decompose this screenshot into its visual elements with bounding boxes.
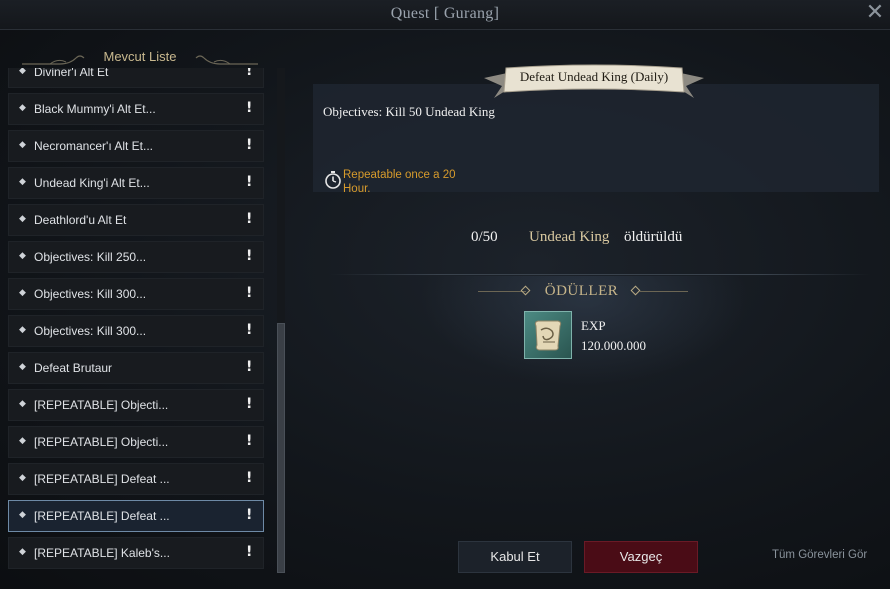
- exclamation-icon: !: [246, 507, 253, 523]
- quest-list-item-label: Black Mummy'i Alt Et...: [34, 102, 156, 116]
- ornament-right-icon: [195, 55, 258, 65]
- quest-list-item[interactable]: ◆ [REPEATABLE] Objecti...!: [8, 389, 264, 421]
- exclamation-icon: !: [246, 396, 253, 412]
- exclamation-icon: !: [246, 359, 253, 375]
- stopwatch-icon: [325, 171, 341, 189]
- exclamation-icon: !: [246, 211, 253, 227]
- scrollbar-thumb[interactable]: [277, 323, 285, 573]
- reward-item[interactable]: [524, 311, 572, 359]
- exclamation-icon: !: [246, 174, 253, 190]
- quest-list-item-label: [REPEATABLE] Defeat ...: [34, 509, 170, 523]
- quest-list-item[interactable]: ◆ [REPEATABLE] Defeat ...!: [8, 463, 264, 495]
- objective-text: Objectives: Kill 50 Undead King: [323, 104, 495, 119]
- bullet-icon: ◆: [19, 251, 26, 261]
- bullet-icon: ◆: [19, 547, 26, 557]
- quest-list-item-label: [REPEATABLE] Defeat ...: [34, 472, 170, 486]
- quest-list-item[interactable]: ◆ Undead King'i Alt Et...!: [8, 167, 264, 199]
- exclamation-icon: !: [246, 544, 253, 560]
- quest-list-item-label: [REPEATABLE] Objecti...: [34, 398, 169, 412]
- quest-list-item-label: Objectives: Kill 250...: [34, 250, 147, 264]
- scroll-icon: [534, 320, 562, 351]
- exclamation-icon: !: [246, 433, 253, 449]
- exclamation-icon: !: [246, 470, 253, 486]
- bullet-icon: ◆: [19, 214, 26, 224]
- quest-list-item-label: [REPEATABLE] Kaleb's...: [34, 546, 170, 560]
- quest-list-item-label: Deathlord'u Alt Et: [34, 213, 127, 227]
- bullet-icon: ◆: [19, 436, 26, 446]
- bullet-icon: ◆: [19, 177, 26, 187]
- quest-list-item-label: Diviner'ı Alt Et: [34, 68, 109, 79]
- reward-name: EXP: [581, 318, 606, 333]
- rewards-title: ÖDÜLLER: [544, 283, 619, 299]
- quest-list-item[interactable]: ◆ Objectives: Kill 300...!: [8, 315, 264, 347]
- accept-button[interactable]: Kabul Et: [458, 541, 572, 573]
- bullet-icon: ◆: [19, 103, 26, 113]
- bullet-icon: ◆: [19, 140, 26, 150]
- bullet-icon: ◆: [19, 68, 26, 76]
- quest-list-item[interactable]: ◆ Necromancer'ı Alt Et...!: [8, 130, 264, 162]
- quest-list-item-label: Objectives: Kill 300...: [34, 324, 147, 338]
- bullet-icon: ◆: [19, 325, 26, 335]
- bullet-icon: ◆: [19, 473, 26, 483]
- exclamation-icon: !: [246, 100, 253, 116]
- bullet-icon: ◆: [19, 510, 26, 520]
- cancel-button[interactable]: Vazgeç: [584, 541, 698, 573]
- quest-title-banner: Defeat Undead King (Daily): [484, 64, 704, 102]
- quest-window: Quest [ Gurang] ✕ Mevcut Liste ◆ Diviner'…: [0, 0, 890, 589]
- divider: [330, 274, 870, 275]
- view-all-quests-link[interactable]: Tüm Görevleri Gör: [772, 549, 867, 561]
- quest-list-item[interactable]: ◆ Black Mummy'i Alt Et...!: [8, 93, 264, 125]
- close-icon[interactable]: ✕: [864, 2, 886, 25]
- progress-target: Undead King: [529, 229, 610, 245]
- quest-list-item-label: [REPEATABLE] Objecti...: [34, 435, 169, 449]
- progress-suffix: öldürüldü: [624, 229, 683, 245]
- quest-list-inner: ◆ Diviner'ı Alt Et! ◆ Black Mummy'i Alt Et.…: [8, 68, 264, 573]
- repeat-note: Repeatable once a 20 Hour.: [343, 169, 456, 195]
- quest-list-item[interactable]: ◆ [REPEATABLE] Objecti...!: [8, 426, 264, 458]
- exclamation-icon: !: [246, 322, 253, 338]
- quest-list-item[interactable]: ◆ Defeat Brutaur!: [8, 352, 264, 384]
- reward-amount: 120.000.000: [581, 338, 646, 353]
- quest-list-item[interactable]: ◆ [REPEATABLE] Kaleb's...!: [8, 537, 264, 569]
- quest-list-item-label: Defeat Brutaur: [34, 361, 113, 375]
- quest-list[interactable]: ◆ Diviner'ı Alt Et! ◆ Black Mummy'i Alt Et.…: [8, 68, 264, 573]
- bullet-icon: ◆: [19, 399, 26, 409]
- exclamation-icon: !: [246, 68, 253, 79]
- quest-list-item[interactable]: ◆ Objectives: Kill 250...!: [8, 241, 264, 273]
- bullet-icon: ◆: [19, 362, 26, 372]
- rewards-line-right: [640, 291, 688, 292]
- rewards-heading: ÖDÜLLER: [0, 282, 890, 300]
- title-bar: Quest [ Gurang] ✕: [0, 0, 890, 30]
- progress-count: 0/50: [471, 229, 498, 245]
- quest-title: Defeat Undead King (Daily): [519, 69, 669, 84]
- quest-list-item[interactable]: ◆ Diviner'ı Alt Et!: [8, 68, 264, 88]
- quest-list-item[interactable]: ◆ [REPEATABLE] Defeat ...!: [8, 500, 264, 532]
- window-title: Quest [ Gurang]: [390, 5, 500, 22]
- quest-list-item[interactable]: ◆ Deathlord'u Alt Et!: [8, 204, 264, 236]
- exclamation-icon: !: [246, 137, 253, 153]
- list-header: Mevcut Liste: [20, 48, 260, 70]
- quest-list-item-label: Necromancer'ı Alt Et...: [34, 139, 153, 153]
- quest-list-item-label: Undead King'i Alt Et...: [34, 176, 150, 190]
- exclamation-icon: !: [246, 248, 253, 264]
